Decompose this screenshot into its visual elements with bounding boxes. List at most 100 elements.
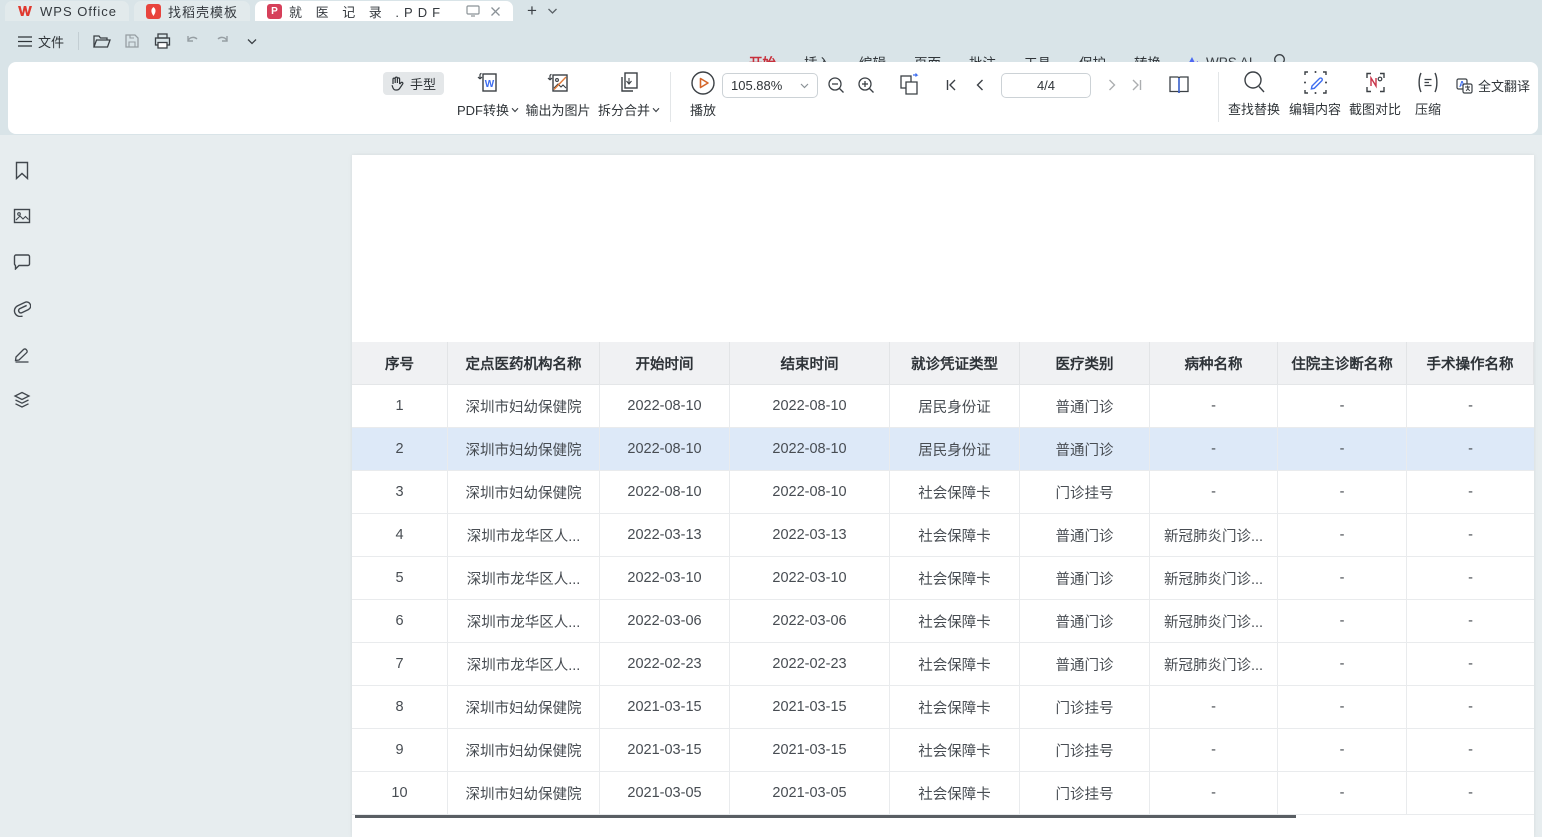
- screenshot-compare-button[interactable]: 截图对比: [1347, 70, 1403, 118]
- medical-record-table: 序号定点医药机构名称开始时间结束时间就诊凭证类型医疗类别病种名称住院主诊断名称手…: [352, 342, 1534, 815]
- table-cell: 门诊挂号: [1020, 772, 1150, 814]
- open-file-button[interactable]: [87, 28, 117, 54]
- table-row[interactable]: 3深圳市妇幼保健院2022-08-102022-08-10社会保障卡门诊挂号--…: [352, 471, 1534, 514]
- signature-panel-button[interactable]: [9, 341, 35, 367]
- comment-panel-button[interactable]: [9, 249, 35, 275]
- play-button[interactable]: 播放: [680, 70, 726, 119]
- table-row[interactable]: 10深圳市妇幼保健院2021-03-052021-03-05社会保障卡门诊挂号-…: [352, 772, 1534, 815]
- divider: [1218, 72, 1219, 122]
- table-cell: 居民身份证: [890, 385, 1020, 427]
- window-tab-bar: WPS Office 找稻壳模板 P 就 医 记 录 .PDF +: [0, 0, 1542, 21]
- file-menu-button[interactable]: 文件: [12, 28, 70, 55]
- edit-content-button[interactable]: 编辑内容: [1287, 70, 1343, 118]
- compress-button[interactable]: 压缩: [1407, 70, 1449, 118]
- table-row[interactable]: 2深圳市妇幼保健院2022-08-102022-08-10居民身份证普通门诊--…: [352, 428, 1534, 471]
- table-cell: 2021-03-15: [730, 729, 890, 771]
- table-cell: 新冠肺炎门诊...: [1150, 557, 1278, 599]
- close-tab-icon[interactable]: [490, 6, 501, 17]
- zoom-out-button[interactable]: [822, 72, 850, 98]
- table-cell: 社会保障卡: [890, 772, 1020, 814]
- table-cell: 深圳市妇幼保健院: [448, 772, 600, 814]
- table-row[interactable]: 7深圳市龙华区人...2022-02-232022-02-23社会保障卡普通门诊…: [352, 643, 1534, 686]
- find-replace-button[interactable]: 查找替换: [1226, 70, 1282, 118]
- thumbnail-panel-button[interactable]: [9, 203, 35, 229]
- table-cell: -: [1150, 729, 1278, 771]
- layers-icon: [13, 391, 31, 409]
- edit-content-icon: [1303, 70, 1328, 95]
- table-cell: 深圳市妇幼保健院: [448, 729, 600, 771]
- tab-docer[interactable]: 找稻壳模板: [134, 1, 250, 21]
- first-page-icon: [945, 79, 958, 91]
- table-cell: 2: [352, 428, 448, 470]
- table-cell: 深圳市妇幼保健院: [448, 428, 600, 470]
- document-workspace: 序号定点医药机构名称开始时间结束时间就诊凭证类型医疗类别病种名称住院主诊断名称手…: [0, 135, 1542, 837]
- undo-button[interactable]: [177, 28, 207, 54]
- layers-panel-button[interactable]: [9, 387, 35, 413]
- ribbon-toolbar: 手型 选择 W PDF转换: [8, 62, 1538, 134]
- hand-tool-button[interactable]: 手型: [383, 72, 444, 95]
- tab-document-active[interactable]: P 就 医 记 录 .PDF: [255, 1, 513, 21]
- find-replace-icon: [1242, 70, 1266, 95]
- table-cell: -: [1407, 514, 1534, 556]
- redo-button[interactable]: [207, 28, 237, 54]
- table-cell: 2022-08-10: [600, 471, 730, 513]
- save-button[interactable]: [117, 28, 147, 54]
- swap-pages-button[interactable]: [893, 70, 925, 100]
- table-row[interactable]: 5深圳市龙华区人...2022-03-102022-03-10社会保障卡普通门诊…: [352, 557, 1534, 600]
- screenshot-compare-icon: [1363, 70, 1388, 95]
- table-cell: -: [1407, 557, 1534, 599]
- hamburger-icon: [18, 36, 32, 47]
- table-cell: 2022-03-10: [600, 557, 730, 599]
- table-cell: 3: [352, 471, 448, 513]
- prev-page-button[interactable]: [965, 72, 993, 98]
- read-mode-button[interactable]: [1163, 70, 1195, 100]
- table-cell: -: [1278, 385, 1407, 427]
- zoom-level-value: 105.88%: [731, 78, 782, 93]
- zoom-level-select[interactable]: 105.88%: [722, 73, 818, 98]
- table-row[interactable]: 4深圳市龙华区人...2022-03-132022-03-13社会保障卡普通门诊…: [352, 514, 1534, 557]
- table-bottom-rule: [355, 815, 1296, 818]
- page-number-input[interactable]: 4/4: [1001, 73, 1091, 98]
- table-cell: -: [1407, 600, 1534, 642]
- printer-icon: [154, 33, 171, 49]
- full-translate-label: 全文翻译: [1478, 76, 1530, 95]
- export-image-icon: [545, 70, 571, 96]
- table-cell: -: [1150, 686, 1278, 728]
- table-cell: 社会保障卡: [890, 729, 1020, 771]
- last-page-icon: [1130, 79, 1143, 91]
- last-page-button[interactable]: [1122, 72, 1150, 98]
- print-button[interactable]: [147, 28, 177, 54]
- hand-icon: [389, 76, 404, 91]
- next-page-icon: [1108, 79, 1117, 91]
- split-merge-button[interactable]: 拆分合并: [596, 70, 662, 119]
- table-row[interactable]: 1深圳市妇幼保健院2022-08-102022-08-10居民身份证普通门诊--…: [352, 385, 1534, 428]
- record-table-body: 1深圳市妇幼保健院2022-08-102022-08-10居民身份证普通门诊--…: [352, 385, 1534, 815]
- chevron-down-icon: [511, 107, 519, 113]
- table-cell: -: [1407, 428, 1534, 470]
- full-translate-button[interactable]: A 全文翻译: [1456, 76, 1530, 95]
- table-row[interactable]: 6深圳市龙华区人...2022-03-062022-03-06社会保障卡普通门诊…: [352, 600, 1534, 643]
- pdf-page[interactable]: 序号定点医药机构名称开始时间结束时间就诊凭证类型医疗类别病种名称住院主诊断名称手…: [352, 155, 1534, 837]
- table-row[interactable]: 9深圳市妇幼保健院2021-03-152021-03-15社会保障卡门诊挂号--…: [352, 729, 1534, 772]
- tab-list-chevron-icon[interactable]: [547, 7, 558, 15]
- table-cell: 新冠肺炎门诊...: [1150, 643, 1278, 685]
- bookmark-panel-button[interactable]: [9, 157, 35, 183]
- table-cell: 社会保障卡: [890, 686, 1020, 728]
- tab-wps-home[interactable]: WPS Office: [5, 1, 129, 21]
- table-header-cell: 定点医药机构名称: [448, 342, 600, 384]
- table-cell: 深圳市妇幼保健院: [448, 686, 600, 728]
- table-cell: -: [1278, 643, 1407, 685]
- table-cell: 深圳市龙华区人...: [448, 643, 600, 685]
- quickbar-more-button[interactable]: [237, 28, 267, 54]
- pdf-convert-button[interactable]: W PDF转换: [454, 70, 522, 119]
- table-row[interactable]: 8深圳市妇幼保健院2021-03-152021-03-15社会保障卡门诊挂号--…: [352, 686, 1534, 729]
- table-header-cell: 医疗类别: [1020, 342, 1150, 384]
- zoom-in-button[interactable]: [852, 72, 880, 98]
- first-page-button[interactable]: [937, 72, 965, 98]
- compress-icon: [1415, 70, 1441, 95]
- new-tab-button[interactable]: +: [523, 1, 541, 21]
- monitor-icon[interactable]: [466, 5, 480, 17]
- table-cell: 10: [352, 772, 448, 814]
- attachment-panel-button[interactable]: [9, 295, 35, 321]
- export-image-button[interactable]: 输出为图片: [526, 70, 590, 119]
